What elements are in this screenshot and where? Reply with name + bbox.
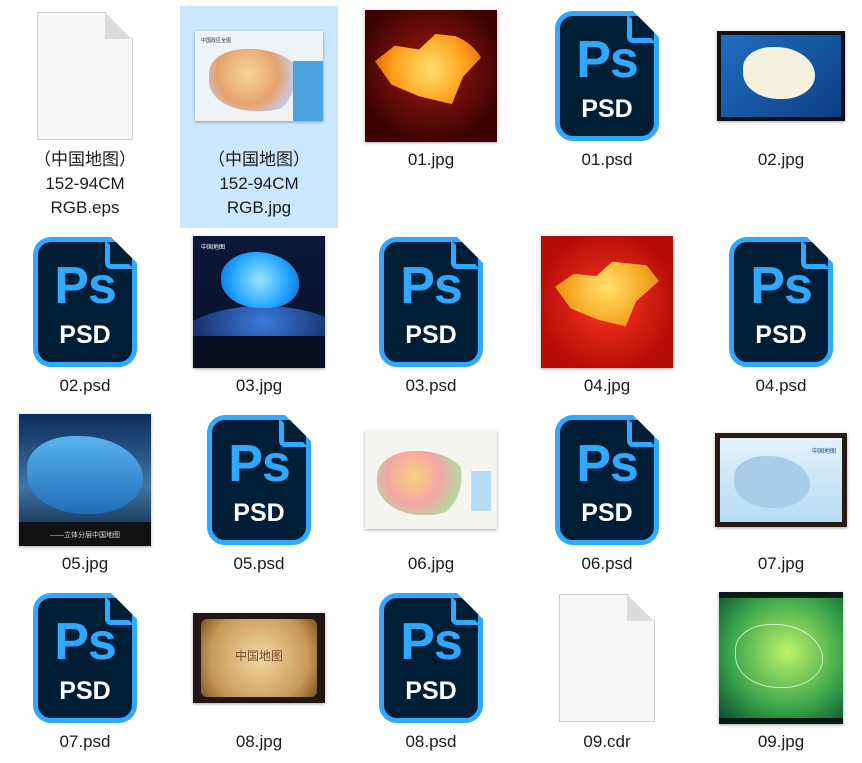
thumbnail: 中国地图 (180, 232, 338, 372)
map-thumbnail-image (365, 431, 497, 529)
file-item-06-jpg[interactable]: 06.jpg (352, 410, 510, 576)
blank-document-icon (559, 594, 655, 722)
thumbnail: 中国地图 (180, 588, 338, 728)
file-name: 06.jpg (407, 554, 455, 573)
map-thumbnail-image (541, 236, 673, 368)
file-name: 06.psd (581, 554, 633, 573)
thumbnail (702, 6, 860, 146)
file-item-01-jpg[interactable]: 01.jpg (352, 6, 510, 172)
file-item-05-psd[interactable]: Ps PSD 05.psd (180, 410, 338, 576)
file-item-09-cdr[interactable]: 09.cdr (528, 588, 686, 754)
map-thumbnail-image (717, 31, 845, 121)
thumbnail (6, 6, 164, 146)
thumbnail: Ps PSD (6, 232, 164, 372)
file-item-08-jpg[interactable]: 中国地图 08.jpg (180, 588, 338, 754)
psd-icon: Ps PSD (379, 237, 483, 367)
file-name: （中国地图） 152-94CM RGB.jpg (208, 150, 310, 217)
map-thumbnail-image: ——立体分层中国地图 (19, 414, 151, 546)
file-item-04-jpg[interactable]: 04.jpg (528, 232, 686, 398)
map-thumbnail-image (365, 10, 497, 142)
file-item-02-psd[interactable]: Ps PSD 02.psd (6, 232, 164, 398)
psd-icon: Ps PSD (379, 593, 483, 723)
file-name: 07.psd (59, 732, 111, 751)
file-item-09-jpg[interactable]: 09.jpg (702, 588, 860, 754)
file-item-08-psd[interactable]: Ps PSD 08.psd (352, 588, 510, 754)
file-item-02-jpg[interactable]: 02.jpg (702, 6, 860, 172)
file-name: 08.jpg (235, 732, 283, 751)
map-thumbnail-image: 中国地图 (193, 236, 325, 368)
file-name: 04.psd (755, 376, 807, 395)
file-grid: （中国地图） 152-94CM RGB.eps 中国政区全图 （中国地图） 15… (0, 0, 862, 763)
file-item-07-jpg[interactable]: 中国地图 07.jpg (702, 410, 860, 576)
file-item-07-psd[interactable]: Ps PSD 07.psd (6, 588, 164, 754)
thumbnail: 中国政区全图 (180, 6, 338, 146)
psd-icon: Ps PSD (33, 237, 137, 367)
thumbnail: Ps PSD (528, 6, 686, 146)
map-thumbnail-image: 中国政区全图 (195, 31, 323, 121)
psd-icon: Ps PSD (555, 415, 659, 545)
file-name: 05.psd (233, 554, 285, 573)
thumbnail: ——立体分层中国地图 (6, 410, 164, 550)
file-item-03-psd[interactable]: Ps PSD 03.psd (352, 232, 510, 398)
file-name: 08.psd (405, 732, 457, 751)
file-name: 03.jpg (235, 376, 283, 395)
psd-icon: Ps PSD (33, 593, 137, 723)
map-thumbnail-image: 中国地图 (193, 613, 325, 703)
psd-icon: Ps PSD (555, 11, 659, 141)
file-name: 02.psd (59, 376, 111, 395)
psd-icon: Ps PSD (207, 415, 311, 545)
file-item-03-jpg[interactable]: 中国地图 03.jpg (180, 232, 338, 398)
file-name: 09.jpg (757, 732, 805, 751)
file-name: 02.jpg (757, 150, 805, 169)
file-name: 03.psd (405, 376, 457, 395)
file-item-05-jpg[interactable]: ——立体分层中国地图 05.jpg (6, 410, 164, 576)
file-name: （中国地图） 152-94CM RGB.eps (34, 150, 136, 217)
file-item-04-psd[interactable]: Ps PSD 04.psd (702, 232, 860, 398)
file-item-jpg-selected[interactable]: 中国政区全图 （中国地图） 152-94CM RGB.jpg (180, 6, 338, 228)
thumbnail (528, 588, 686, 728)
file-item-eps[interactable]: （中国地图） 152-94CM RGB.eps (6, 6, 164, 220)
map-thumbnail-image: 中国地图 (715, 433, 847, 527)
file-name: 09.cdr (583, 732, 631, 751)
file-name: 04.jpg (583, 376, 631, 395)
thumbnail: Ps PSD (528, 410, 686, 550)
file-name: 01.psd (581, 150, 633, 169)
file-item-01-psd[interactable]: Ps PSD 01.psd (528, 6, 686, 172)
thumbnail: Ps PSD (702, 232, 860, 372)
thumbnail: Ps PSD (180, 410, 338, 550)
thumbnail (702, 588, 860, 728)
thumbnail (352, 410, 510, 550)
thumbnail (528, 232, 686, 372)
file-name: 07.jpg (757, 554, 805, 573)
psd-icon: Ps PSD (729, 237, 833, 367)
map-thumbnail-image (719, 592, 843, 724)
blank-document-icon (37, 12, 133, 140)
file-name: 05.jpg (61, 554, 109, 573)
thumbnail: Ps PSD (6, 588, 164, 728)
thumbnail: 中国地图 (702, 410, 860, 550)
file-name: 01.jpg (407, 150, 455, 169)
file-item-06-psd[interactable]: Ps PSD 06.psd (528, 410, 686, 576)
thumbnail: Ps PSD (352, 232, 510, 372)
thumbnail (352, 6, 510, 146)
thumbnail: Ps PSD (352, 588, 510, 728)
